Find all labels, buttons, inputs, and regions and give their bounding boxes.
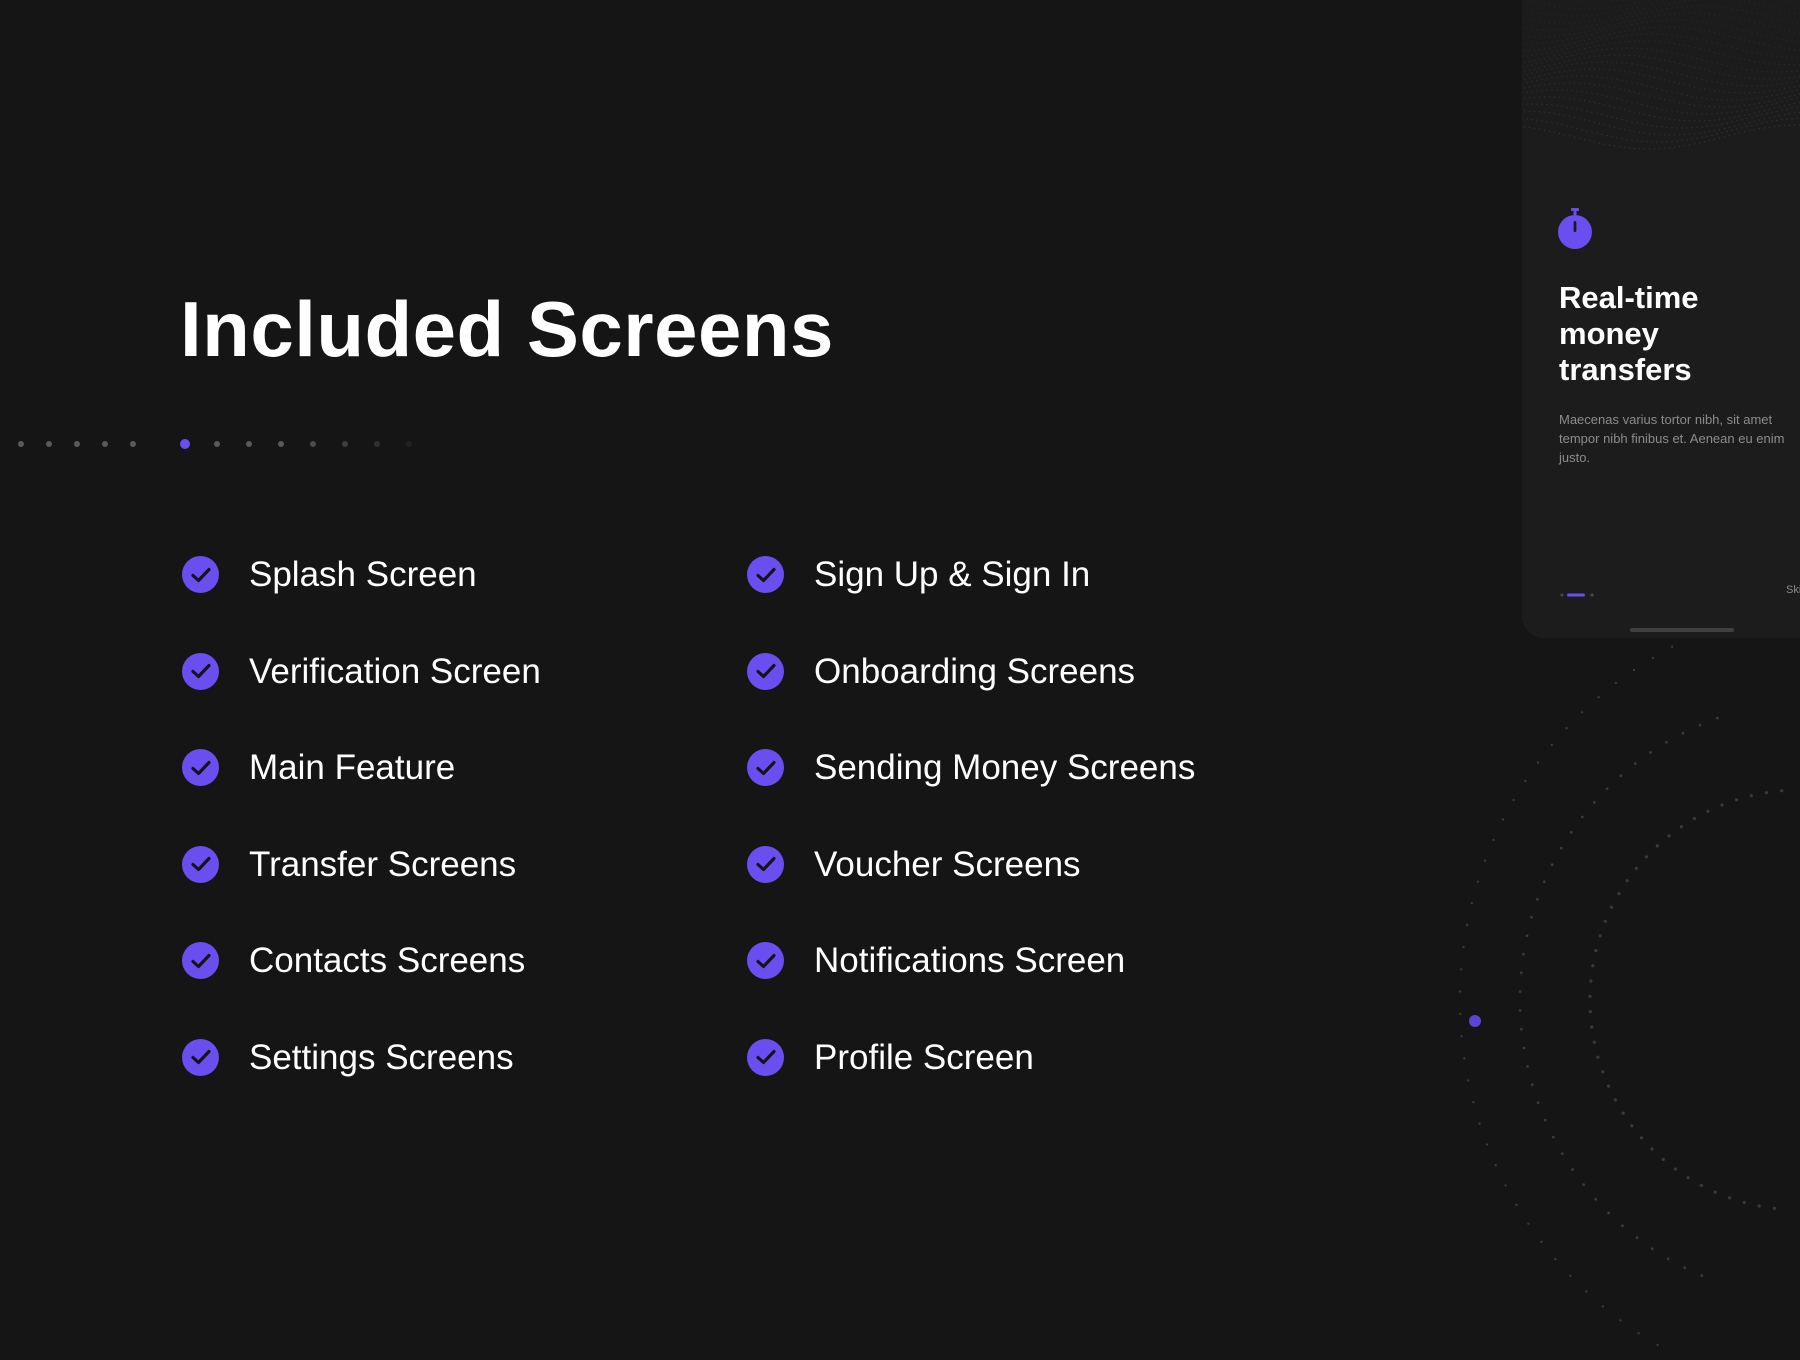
pagination-dot[interactable] bbox=[246, 441, 252, 447]
feature-item: Contacts Screens bbox=[182, 933, 541, 1030]
home-indicator-bar bbox=[1630, 628, 1734, 632]
feature-label: Voucher Screens bbox=[814, 844, 1081, 884]
feature-label: Main Feature bbox=[249, 748, 456, 787]
page-title: Included Screens bbox=[180, 285, 834, 373]
check-circle-icon bbox=[747, 556, 784, 593]
feature-label: Transfer Screens bbox=[249, 844, 517, 884]
feature-item: Profile Screen bbox=[747, 1030, 1195, 1127]
pagination-dot[interactable] bbox=[74, 441, 80, 447]
check-circle-icon bbox=[747, 942, 784, 979]
feature-list-right: Sign Up & Sign In Onboarding Screens Sen… bbox=[747, 547, 1195, 1126]
pagination-dot[interactable] bbox=[46, 441, 52, 447]
check-circle-icon bbox=[182, 845, 219, 883]
feature-label: Notifications Screen bbox=[814, 941, 1126, 980]
feature-item: Sign Up & Sign In bbox=[747, 547, 1195, 644]
feature-item: Settings Screens bbox=[182, 1030, 541, 1127]
pagination-dot[interactable] bbox=[130, 441, 136, 447]
feature-label: Settings Screens bbox=[249, 1037, 514, 1077]
feature-item: Splash Screen bbox=[182, 547, 541, 644]
feature-item: Verification Screen bbox=[182, 644, 541, 741]
slide: Included Screens Splash Screen Verificat… bbox=[0, 0, 1800, 1360]
feature-item: Notifications Screen bbox=[747, 933, 1195, 1030]
check-circle-icon bbox=[182, 942, 219, 979]
feature-label: Splash Screen bbox=[249, 555, 477, 594]
pagination-dot[interactable] bbox=[406, 441, 412, 447]
feature-label: Sign Up & Sign In bbox=[814, 555, 1091, 594]
pagination-dot[interactable] bbox=[214, 441, 220, 447]
pagination-dots bbox=[18, 438, 438, 450]
feature-label: Contacts Screens bbox=[249, 941, 526, 980]
feature-label: Onboarding Screens bbox=[814, 651, 1136, 691]
feature-label: Sending Money Screens bbox=[814, 748, 1196, 787]
check-circle-icon bbox=[182, 1038, 219, 1076]
feature-item: Transfer Screens bbox=[182, 837, 541, 934]
check-circle-icon bbox=[182, 652, 219, 690]
feature-list-left: Splash Screen Verification Screen Main F… bbox=[182, 547, 541, 1126]
pagination-dot[interactable] bbox=[342, 441, 348, 447]
check-circle-icon bbox=[747, 749, 784, 786]
accent-dot bbox=[1469, 1015, 1481, 1027]
pagination-dot[interactable] bbox=[102, 441, 108, 447]
skip-button[interactable]: Skip bbox=[1786, 584, 1800, 596]
feature-label: Profile Screen bbox=[814, 1037, 1034, 1077]
onboarding-page-indicator[interactable] bbox=[1559, 592, 1619, 598]
pagination-dot[interactable] bbox=[310, 441, 316, 447]
phone-wave-pattern bbox=[1522, 0, 1800, 150]
check-circle-icon bbox=[747, 845, 784, 883]
phone-preview: Real-time money transfers Maecenas variu… bbox=[1522, 0, 1800, 638]
feature-label: Verification Screen bbox=[249, 651, 541, 691]
stopwatch-icon bbox=[1558, 208, 1592, 249]
check-circle-icon bbox=[747, 652, 784, 690]
check-circle-icon bbox=[182, 749, 219, 786]
feature-item: Onboarding Screens bbox=[747, 644, 1195, 741]
pagination-dot-active[interactable] bbox=[180, 439, 190, 449]
feature-item: Voucher Screens bbox=[747, 837, 1195, 934]
phone-body-text: Maecenas varius tortor nibh, sit amet te… bbox=[1559, 412, 1785, 465]
pagination-dot[interactable] bbox=[374, 441, 380, 447]
pagination-dot[interactable] bbox=[18, 441, 24, 447]
check-circle-icon bbox=[747, 1038, 784, 1076]
phone-heading: Real-time money transfers bbox=[1559, 280, 1699, 387]
feature-item: Main Feature bbox=[182, 740, 541, 837]
dotted-arc-decoration bbox=[1458, 645, 1784, 1347]
check-circle-icon bbox=[182, 556, 219, 593]
pagination-dot[interactable] bbox=[278, 441, 284, 447]
feature-item: Sending Money Screens bbox=[747, 740, 1195, 837]
